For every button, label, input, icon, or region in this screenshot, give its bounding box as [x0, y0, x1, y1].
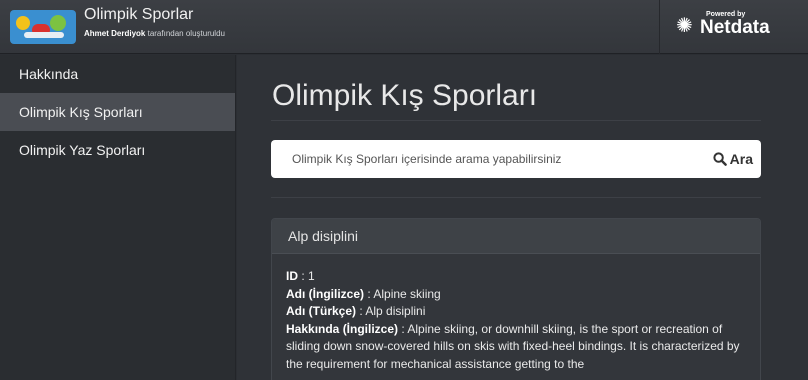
search-divider [271, 197, 761, 198]
top-bar: Olimpik Sporlar Ahmet Derdiyok tarafında… [0, 0, 808, 54]
field-name-en-label: Adı (İngilizce) [286, 286, 364, 301]
search-input[interactable] [271, 140, 691, 178]
sidebar-item-yaz-sporlari[interactable]: Olimpik Yaz Sporları [0, 131, 235, 169]
field-name-en-value: Alpine skiing [373, 286, 441, 301]
field-id-value: 1 [308, 269, 315, 283]
subtitle-text: tarafından oluşturuldu [147, 29, 225, 38]
header-divider [659, 0, 660, 54]
panel-body: ID : 1 Adı (İngilizce) : Alpine skiing A… [272, 254, 760, 373]
netdata-badge[interactable]: ✺ Powered by Netdata [676, 11, 786, 41]
field-name-tr-label: Adı (Türkçe) [286, 304, 357, 318]
app-title[interactable]: Olimpik Sporlar [84, 6, 193, 24]
app-logo[interactable] [10, 10, 76, 44]
field-name-tr: Adı (Türkçe) : Alp disiplini [286, 304, 426, 318]
search-icon [713, 152, 727, 166]
sidebar: Hakkında Olimpik Kış Sporları Olimpik Ya… [0, 55, 236, 380]
search-bar: Ara [271, 140, 761, 178]
search-button-label: Ara [729, 151, 753, 167]
field-about-en-label: Hakkında (İngilizce) [286, 321, 399, 336]
netdata-brand: Netdata [700, 17, 770, 38]
panel-heading: Alp disiplini [272, 219, 760, 254]
field-name-en: Adı (İngilizce) : Alpine skiing [286, 286, 441, 301]
author-name: Ahmet Derdiyok [84, 29, 146, 38]
field-name-tr-value: Alp disiplini [365, 304, 426, 318]
sport-panel: Alp disiplini ID : 1 Adı (İngilizce) : A… [271, 218, 761, 380]
field-id-label: ID [286, 269, 298, 283]
main-content: Olimpik Kış Sporları Ara Alp disiplini I… [237, 55, 808, 380]
field-id: ID : 1 [286, 269, 315, 283]
field-about-en: Hakkında (İngilizce) : Alpine skiing, or… [286, 321, 740, 371]
search-button[interactable]: Ara [713, 149, 753, 169]
netdata-logo-icon: ✺ [676, 15, 693, 37]
sidebar-item-kis-sporlari[interactable]: Olimpik Kış Sporları [0, 93, 235, 131]
page-title: Olimpik Kış Sporları [272, 79, 538, 112]
app-subtitle: Ahmet Derdiyok tarafından oluşturuldu [84, 29, 225, 38]
sidebar-item-hakkinda[interactable]: Hakkında [0, 55, 235, 93]
title-divider [271, 120, 761, 121]
